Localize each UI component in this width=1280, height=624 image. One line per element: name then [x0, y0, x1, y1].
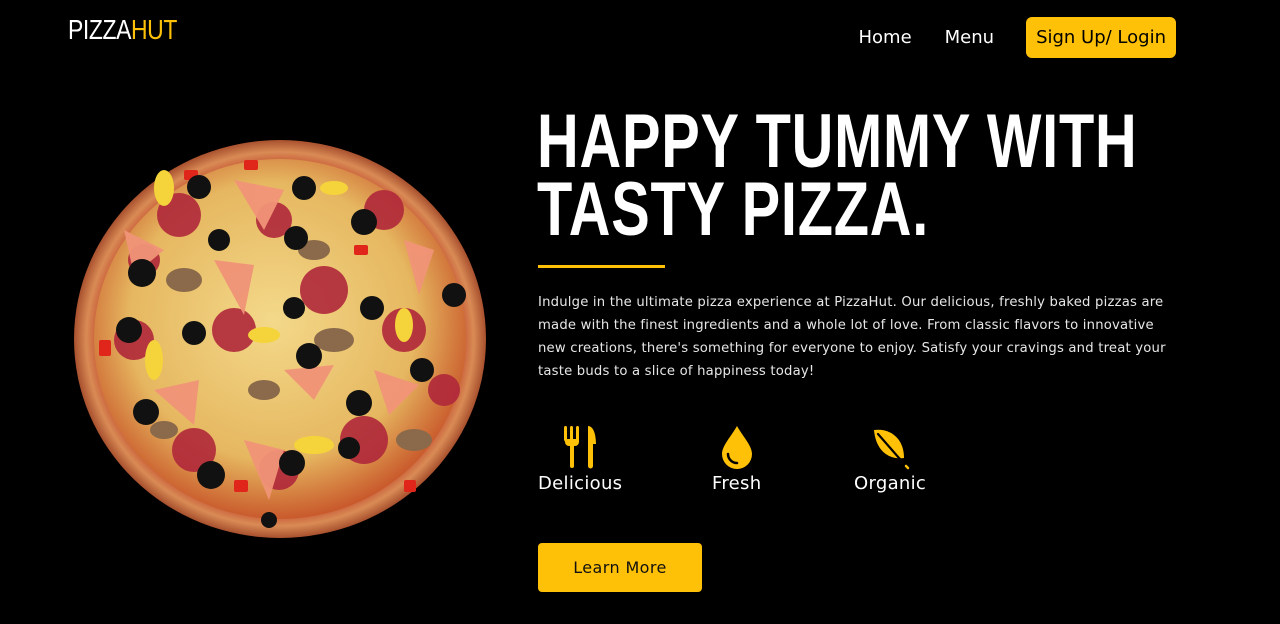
feature-delicious: Delicious: [538, 424, 622, 494]
feature-label-organic: Organic: [854, 473, 927, 494]
nav-home-link[interactable]: Home: [858, 27, 911, 48]
feature-label-delicious: Delicious: [538, 473, 623, 494]
nav-menu-link[interactable]: Menu: [945, 27, 994, 48]
pizza-image: [74, 140, 486, 538]
hero-description: Indulge in the ultimate pizza experience…: [538, 295, 1166, 379]
logo-text-hut: HUT: [131, 14, 177, 45]
hero-headline-line-2: TASTY PIZZA.: [537, 167, 930, 252]
feature-fresh: Fresh: [712, 424, 761, 494]
pizza-illustration: [74, 140, 486, 538]
hero-headline: HAPPY TUMMY WITH TASTY PIZZA.: [537, 99, 1138, 252]
utensils-icon: [564, 426, 597, 469]
hero-headline-line-1: HAPPY TUMMY WITH: [537, 99, 1138, 184]
main-nav: Home Menu Sign Up/ Login: [858, 17, 1176, 58]
feature-organic: Organic: [854, 424, 926, 494]
logo[interactable]: PIZZAHUT: [68, 14, 177, 46]
feature-label-fresh: Fresh: [712, 473, 762, 494]
leaf-icon: [874, 429, 910, 470]
logo-text-pizza: PIZZA: [68, 14, 132, 45]
headline-underline: [538, 265, 665, 268]
learn-more-button[interactable]: Learn More: [538, 543, 702, 592]
signup-login-button[interactable]: Sign Up/ Login: [1026, 17, 1176, 58]
droplet-icon: [721, 426, 752, 469]
